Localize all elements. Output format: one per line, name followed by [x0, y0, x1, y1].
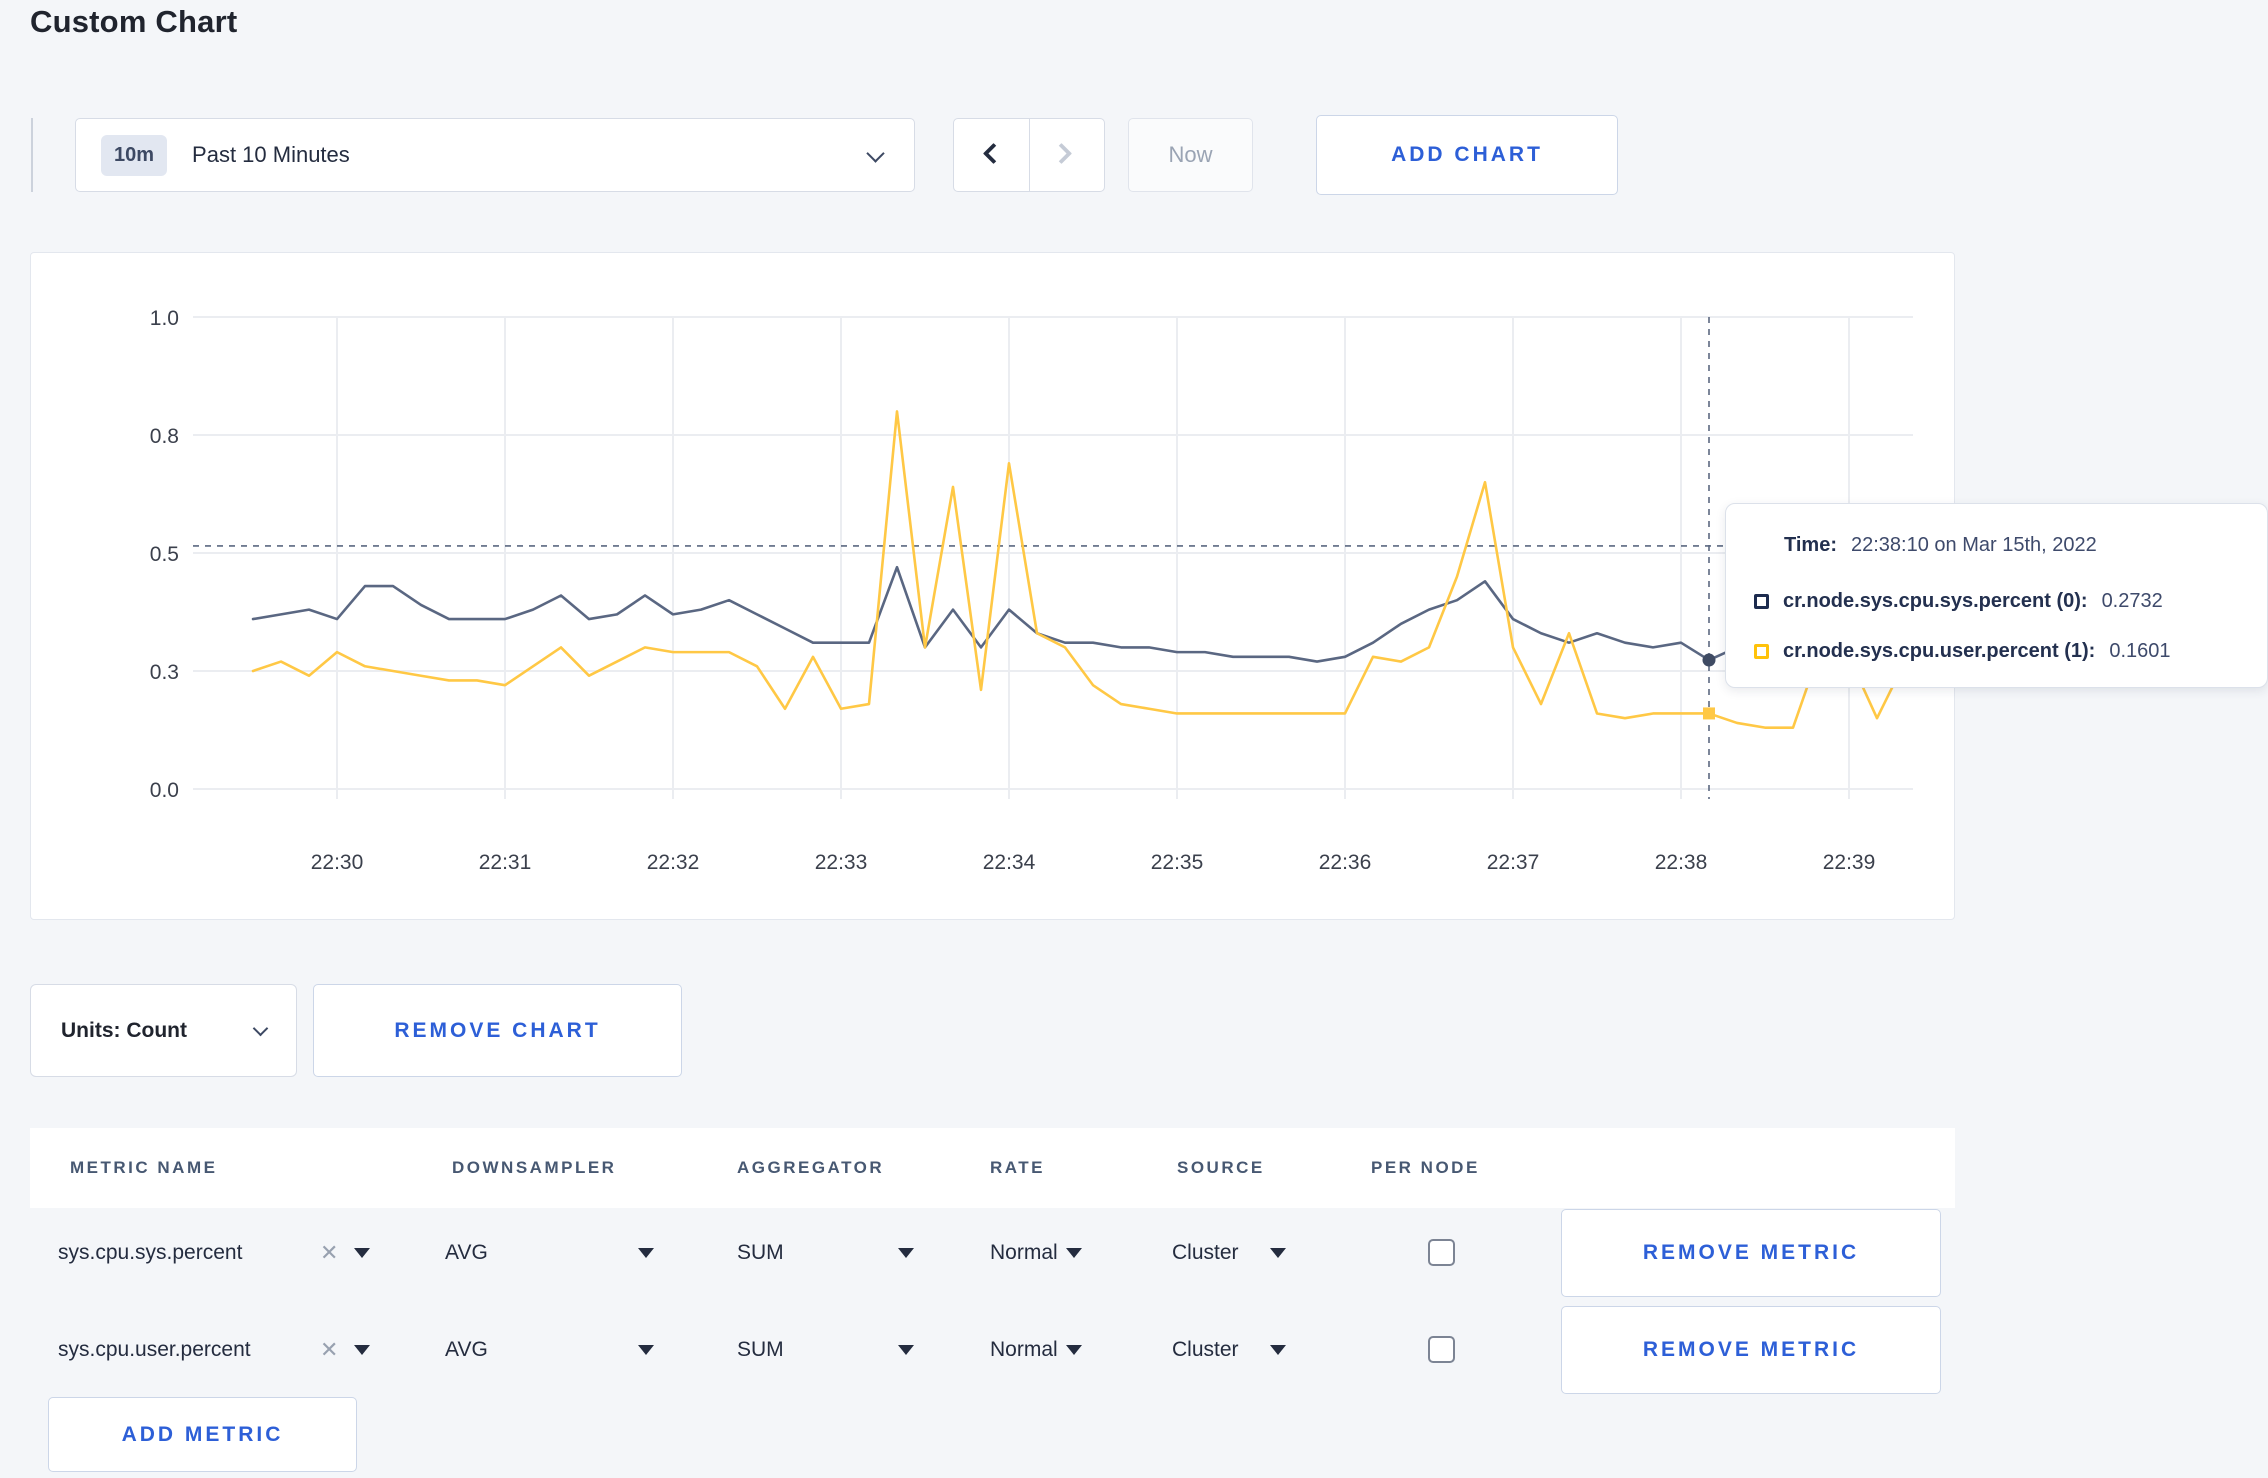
x-axis-tick-label: 22:37 [1487, 851, 1540, 874]
units-dropdown[interactable]: Units: Count [30, 984, 297, 1077]
x-axis-tick-label: 22:33 [815, 851, 868, 874]
metrics-table-header: METRIC NAME DOWNSAMPLER AGGREGATOR RATE … [30, 1128, 1955, 1208]
time-prev-button[interactable] [954, 119, 1029, 191]
col-header-rate: RATE [990, 1158, 1046, 1177]
rate-select[interactable]: Normal [990, 1204, 1058, 1301]
sys-series-swatch-icon [1754, 594, 1769, 609]
units-label: Units: Count [61, 1018, 187, 1042]
rate-caret-icon[interactable] [1066, 1301, 1082, 1398]
col-header-downsampler: DOWNSAMPLER [452, 1158, 617, 1177]
per-node-checkbox[interactable] [1428, 1239, 1455, 1266]
col-header-source: SOURCE [1177, 1158, 1265, 1177]
metric-dropdown-caret-icon[interactable] [354, 1204, 370, 1301]
x-axis-tick-label: 22:30 [311, 851, 364, 874]
tooltip-series-name: cr.node.sys.cpu.sys.percent (0): [1783, 590, 2088, 612]
downsampler-select[interactable]: AVG [445, 1301, 488, 1398]
now-button[interactable]: Now [1128, 118, 1253, 192]
metric-table-row: sys.cpu.user.percent ✕ AVG SUM Normal Cl… [30, 1301, 1955, 1398]
y-axis-tick-label: 1.0 [150, 307, 179, 330]
y-axis-tick-label: 0.0 [150, 779, 179, 802]
x-axis-tick-label: 22:39 [1823, 851, 1876, 874]
metric-name-value[interactable]: sys.cpu.sys.percent [58, 1204, 242, 1301]
tooltip-series-row: cr.node.sys.cpu.user.percent (1): 0.1601 [1754, 640, 2171, 663]
rate-select[interactable]: Normal [990, 1301, 1058, 1398]
x-axis-tick-label: 22:34 [983, 851, 1036, 874]
downsampler-caret-icon[interactable] [638, 1204, 654, 1301]
x-axis-tick-label: 22:36 [1319, 851, 1372, 874]
source-caret-icon[interactable] [1270, 1204, 1286, 1301]
time-range-badge: 10m [101, 134, 168, 176]
chevron-down-icon [252, 1020, 269, 1037]
source-select[interactable]: Cluster [1172, 1301, 1239, 1398]
remove-metric-button[interactable]: REMOVE METRIC [1561, 1306, 1941, 1394]
chevron-right-icon [1050, 142, 1072, 165]
tooltip-series-value: 0.1601 [2109, 640, 2171, 662]
y-axis-tick-label: 0.5 [150, 543, 179, 566]
x-axis-tick-label: 22:31 [479, 851, 532, 874]
x-axis-tick-label: 22:38 [1655, 851, 1708, 874]
x-axis-tick-label: 22:32 [647, 851, 700, 874]
user-series-swatch-icon [1754, 644, 1769, 659]
time-nav-group [953, 118, 1105, 192]
time-range-dropdown[interactable]: 10m Past 10 Minutes [75, 118, 915, 192]
downsampler-caret-icon[interactable] [638, 1301, 654, 1398]
metric-table-row: sys.cpu.sys.percent ✕ AVG SUM Normal Clu… [30, 1204, 1955, 1301]
y-axis-tick-label: 0.3 [150, 661, 179, 684]
series-line-cr.node.sys.cpu.user.percent [251, 410, 1907, 729]
chevron-left-icon [982, 142, 1005, 165]
aggregator-select[interactable]: SUM [737, 1301, 784, 1398]
add-metric-button[interactable]: ADD METRIC [48, 1397, 357, 1472]
col-header-per-node: PER NODE [1371, 1158, 1480, 1177]
tooltip-time-label: Time: [1784, 534, 1837, 556]
series-line-cr.node.sys.cpu.sys.percent [251, 565, 1907, 663]
chevron-down-icon [866, 144, 885, 163]
tooltip-series-row: cr.node.sys.cpu.sys.percent (0): 0.2732 [1754, 590, 2163, 613]
source-select[interactable]: Cluster [1172, 1204, 1239, 1301]
x-axis-tick-label: 22:35 [1151, 851, 1204, 874]
aggregator-caret-icon[interactable] [898, 1204, 914, 1301]
page-title: Custom Chart [30, 4, 238, 39]
hover-marker-cr.node.sys.cpu.user.percent [1703, 707, 1715, 720]
clear-metric-icon[interactable]: ✕ [320, 1204, 338, 1301]
metric-name-value[interactable]: sys.cpu.user.percent [58, 1301, 251, 1398]
chart-canvas[interactable]: 0.0 0.3 0.5 0.8 1.0 22:30 22:31 22:32 22:33 22:34… [31, 253, 1954, 919]
hover-marker-cr.node.sys.cpu.sys.percent [1702, 653, 1716, 667]
aggregator-caret-icon[interactable] [898, 1301, 914, 1398]
tooltip-time-value: 22:38:10 on Mar 15th, 2022 [1850, 534, 2097, 556]
metric-dropdown-caret-icon[interactable] [354, 1301, 370, 1398]
time-next-button[interactable] [1028, 119, 1105, 191]
aggregator-select[interactable]: SUM [737, 1204, 784, 1301]
source-caret-icon[interactable] [1270, 1301, 1286, 1398]
tooltip-time-row: Time: 22:38:10 on Mar 15th, 2022 [1784, 534, 2097, 557]
col-header-metric-name: METRIC NAME [70, 1158, 218, 1177]
per-node-checkbox[interactable] [1428, 1336, 1455, 1363]
remove-metric-button[interactable]: REMOVE METRIC [1561, 1209, 1941, 1297]
downsampler-select[interactable]: AVG [445, 1204, 488, 1301]
tooltip-series-name: cr.node.sys.cpu.user.percent (1): [1783, 640, 2096, 662]
add-chart-button[interactable]: ADD CHART [1316, 115, 1618, 195]
col-header-aggregator: AGGREGATOR [737, 1158, 885, 1177]
chart-hover-tooltip: Time: 22:38:10 on Mar 15th, 2022 cr.node… [1725, 503, 2268, 688]
tooltip-series-value: 0.2732 [2101, 590, 2163, 612]
time-range-label: Past 10 Minutes [192, 142, 350, 167]
remove-chart-button[interactable]: REMOVE CHART [313, 984, 682, 1077]
rate-caret-icon[interactable] [1066, 1204, 1082, 1301]
toolbar-left-divider [31, 118, 33, 192]
clear-metric-icon[interactable]: ✕ [320, 1301, 338, 1398]
chart-card: 0.0 0.3 0.5 0.8 1.0 22:30 22:31 22:32 22:33 22:34… [30, 252, 1955, 920]
y-axis-tick-label: 0.8 [150, 425, 179, 448]
